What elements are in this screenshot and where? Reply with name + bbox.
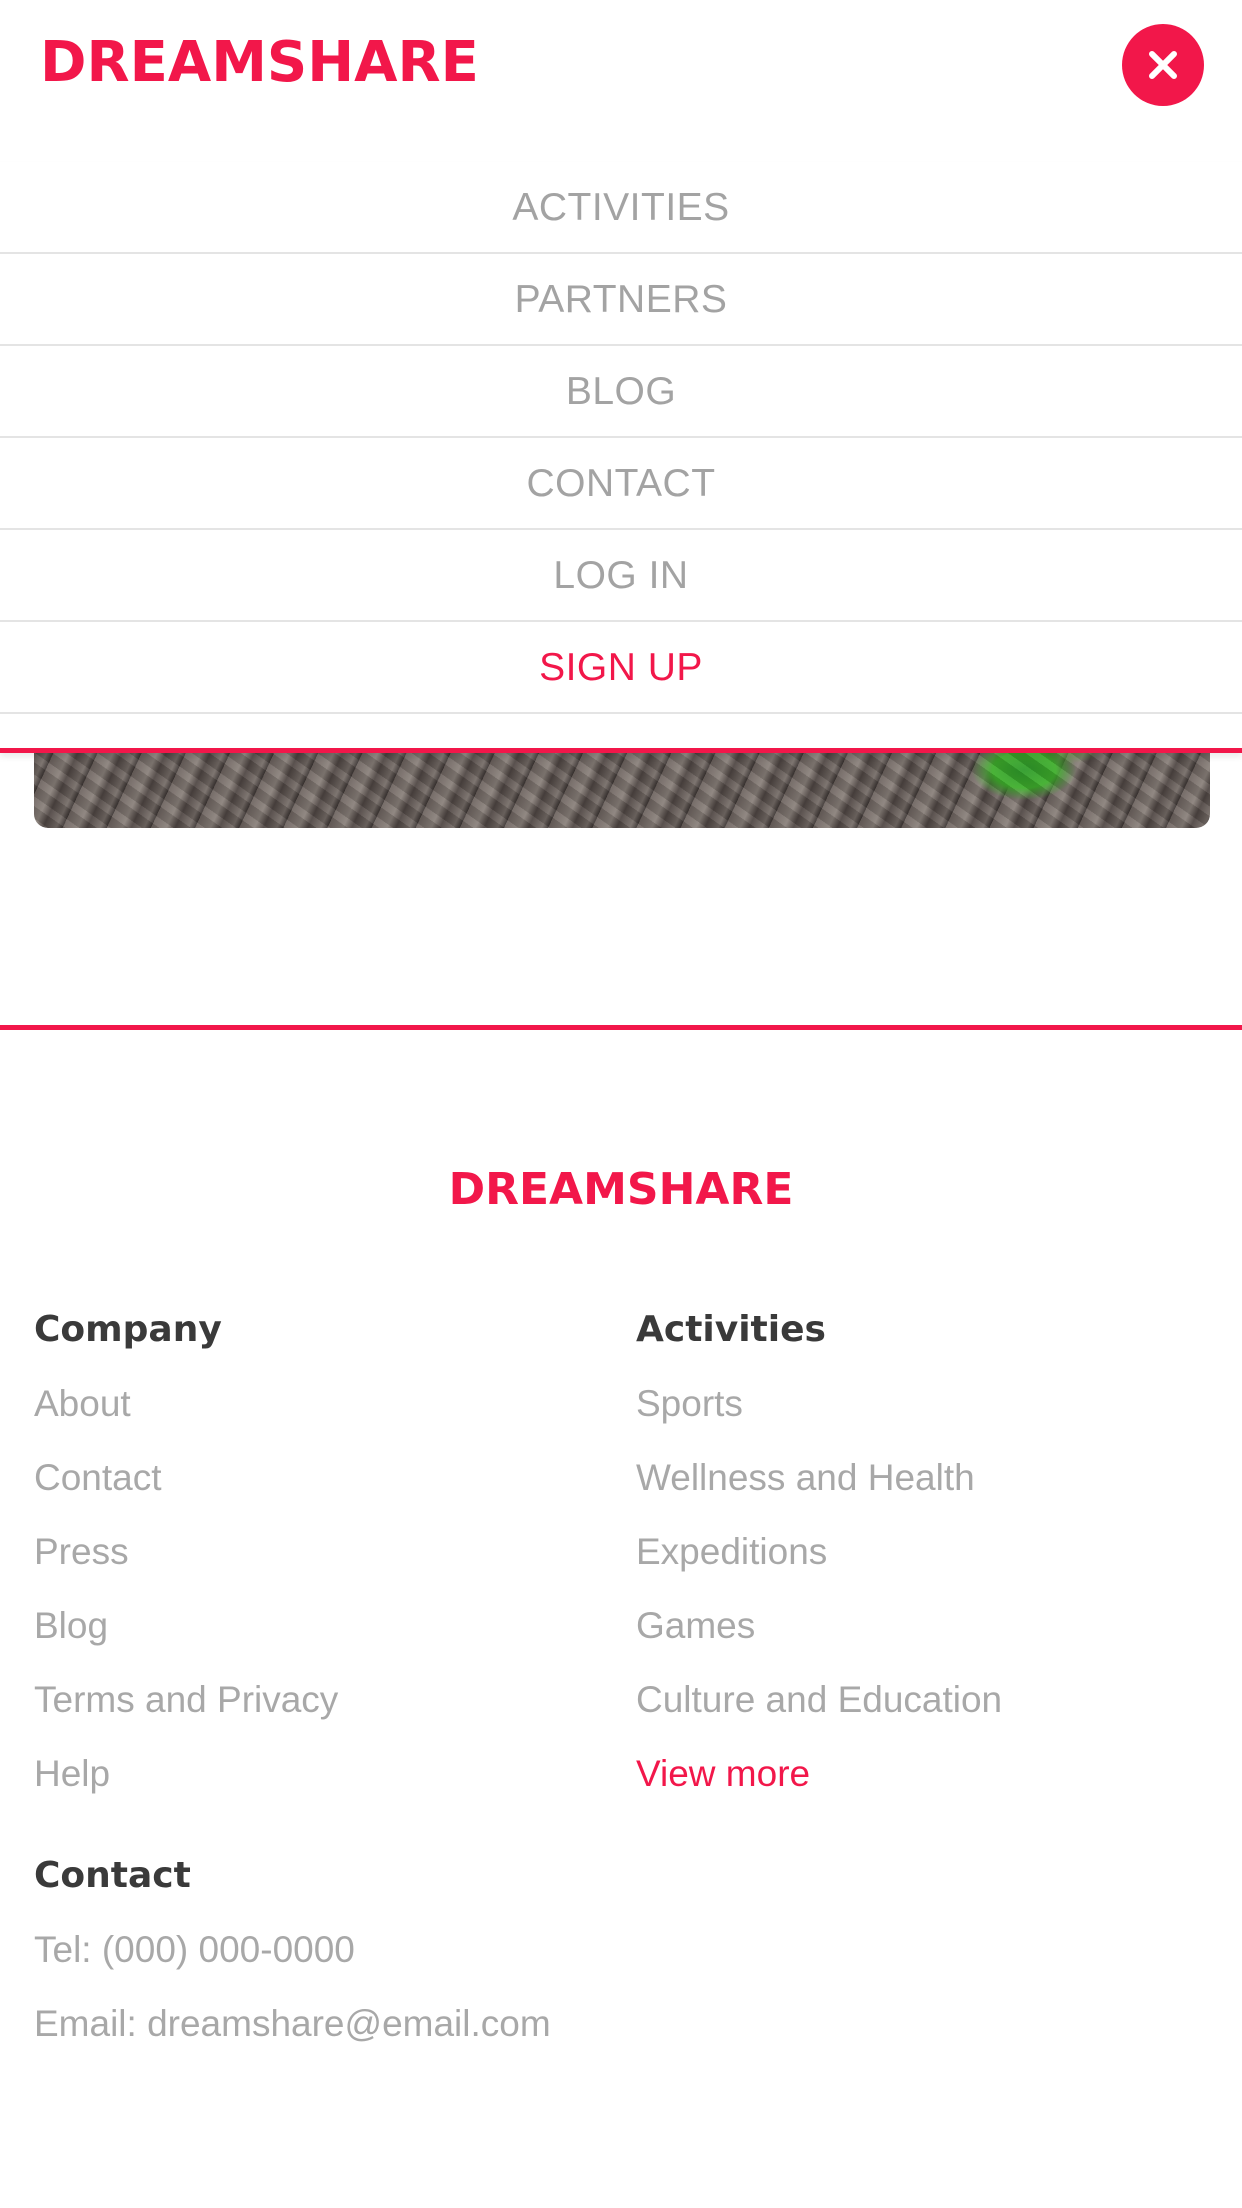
footer-link-sports[interactable]: Sports — [636, 1379, 1002, 1429]
logo[interactable]: DREAMSHARE — [40, 28, 479, 98]
menu-item-activities[interactable]: ACTIVITIES — [0, 162, 1242, 254]
header: DREAMSHARE — [0, 0, 1242, 130]
footer-link-view-more[interactable]: View more — [636, 1749, 1002, 1799]
nav-menu: ACTIVITIES PARTNERS BLOG CONTACT LOG IN … — [0, 162, 1242, 753]
footer-link-about[interactable]: About — [34, 1379, 338, 1429]
menu-item-partners[interactable]: PARTNERS — [0, 254, 1242, 346]
menu-item-sign-up[interactable]: SIGN UP — [0, 622, 1242, 714]
footer-contact-email[interactable]: Email: dreamshare@email.com — [34, 1999, 551, 2049]
footer-contact-title: Contact — [34, 1855, 191, 1896]
menu-item-blog[interactable]: BLOG — [0, 346, 1242, 438]
footer-link-culture[interactable]: Culture and Education — [636, 1675, 1002, 1725]
menu-spacer — [0, 714, 1242, 748]
footer-link-press[interactable]: Press — [34, 1527, 338, 1577]
footer-activities-title: Activities — [636, 1309, 826, 1350]
close-icon — [1149, 51, 1177, 79]
footer-contact-tel[interactable]: Tel: (000) 000-0000 — [34, 1925, 551, 1975]
footer-company-column: Company About Contact Press Blog Terms a… — [34, 1305, 338, 1823]
footer-activities-column: Activities Sports Wellness and Health Ex… — [636, 1305, 1002, 1823]
footer-link-terms[interactable]: Terms and Privacy — [34, 1675, 338, 1725]
footer-contact-column: Contact Tel: (000) 000-0000 Email: dream… — [34, 1851, 551, 2073]
close-menu-button[interactable] — [1122, 24, 1204, 106]
footer-link-help[interactable]: Help — [34, 1749, 338, 1799]
footer-link-blog[interactable]: Blog — [34, 1601, 338, 1651]
footer-divider — [0, 1025, 1242, 1030]
footer-link-expeditions[interactable]: Expeditions — [636, 1527, 1002, 1577]
footer-link-wellness[interactable]: Wellness and Health — [636, 1453, 1002, 1503]
menu-item-contact[interactable]: CONTACT — [0, 438, 1242, 530]
footer-link-contact[interactable]: Contact — [34, 1453, 338, 1503]
menu-item-log-in[interactable]: LOG IN — [0, 530, 1242, 622]
footer-logo[interactable]: DREAMSHARE — [0, 1162, 1242, 1218]
footer-company-title: Company — [34, 1309, 222, 1350]
footer-link-games[interactable]: Games — [636, 1601, 1002, 1651]
